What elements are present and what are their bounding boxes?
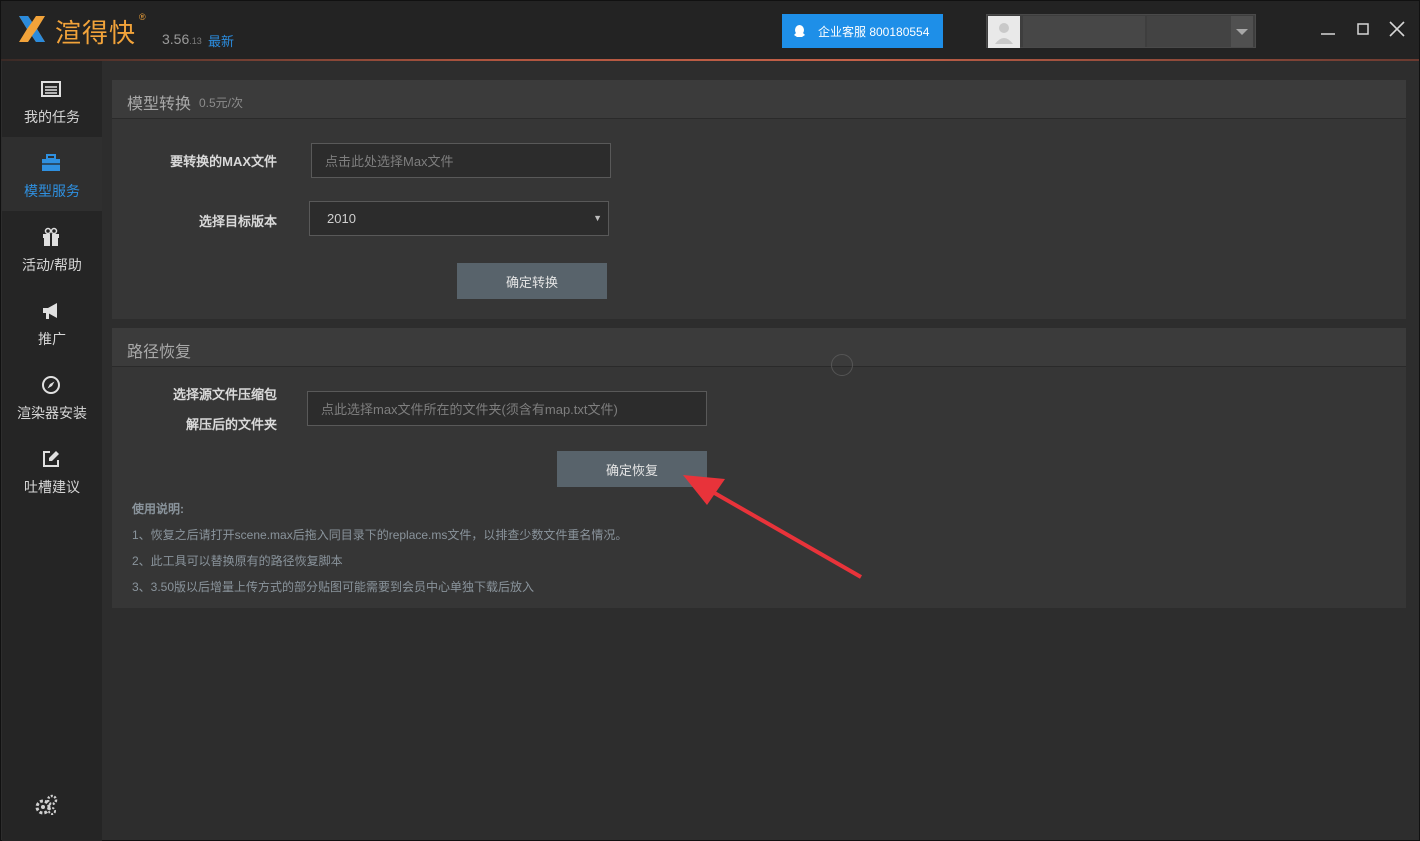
select-caret-icon: ▼ [593,213,602,223]
sidebar-item-label: 模型服务 [24,183,80,199]
panel-title: 路径恢复 [127,344,192,361]
version-build: .13 [189,36,202,46]
app-logo-icon [19,16,45,42]
sidebar: 我的任务 模型服务 活动/帮助 推广 渲染器安装 吐槽建议 [2,61,102,841]
support-label: 企业客服 800180554 [818,24,930,39]
task-list-icon [41,81,61,97]
app-window: 渲得快 ® 3.56.13 最新 企业客服 800180554 我的任务 模型服… [0,0,1420,841]
briefcase-icon [42,154,60,171]
source-folder-input[interactable]: 点此选择max文件所在的文件夹(须含有map.txt文件) [307,391,707,426]
source-folder-label-line1: 选择源文件压缩包 [172,387,277,402]
chevron-down-icon [1236,29,1248,35]
compass-icon [42,376,60,394]
customer-support-button[interactable]: 企业客服 800180554 [782,14,943,48]
max-file-input[interactable]: 点击此处选择Max文件 [311,143,611,178]
usage-notes-title: 使用说明: [132,502,184,516]
confirm-convert-button[interactable]: 确定转换 [457,263,607,299]
source-folder-label-line2: 解压后的文件夹 [185,417,277,432]
sidebar-item-label: 渲染器安装 [17,405,87,421]
sidebar-item-renderer-install[interactable]: 渲染器安装 [2,359,102,433]
target-version-label: 选择目标版本 [198,214,277,229]
version-latest-badge: 最新 [208,34,235,49]
app-name: 渲得快 [55,18,137,48]
qq-penguin-icon [794,25,805,37]
panel-title: 模型转换 [127,96,192,113]
title-accent-line [1,59,1419,61]
target-version-select[interactable]: 2010 ▼ [309,201,609,236]
version-main: 3.56 [162,31,190,47]
user-avatar-icon [995,23,1013,44]
source-folder-placeholder: 点此选择max文件所在的文件夹(须含有map.txt文件) [321,402,618,417]
sidebar-item-label: 活动/帮助 [22,257,82,273]
edit-icon [43,451,59,467]
usage-note: 3、3.50版以后增量上传方式的部分贴图可能需要到会员中心单独下载后放入 [132,580,535,594]
user-account-dropdown[interactable] [986,14,1256,48]
usage-note: 1、恢复之后请打开scene.max后拖入同目录下的replace.ms文件，以… [132,528,628,542]
target-version-value: 2010 [327,211,356,226]
panel-header: 路径恢复 [112,328,1406,367]
maximize-icon[interactable] [1351,17,1375,41]
sidebar-item-my-tasks[interactable]: 我的任务 [2,63,102,137]
dropdown-caret[interactable] [1231,16,1253,47]
gears-icon[interactable] [34,794,58,816]
sidebar-item-promote[interactable]: 推广 [2,285,102,359]
username-redacted-2 [1147,16,1232,47]
version-number: 3.56.13 [162,31,202,47]
minimize-icon[interactable] [1316,17,1340,41]
sidebar-item-feedback[interactable]: 吐槽建议 [2,433,102,507]
sidebar-item-label: 我的任务 [24,109,80,125]
loading-spinner [831,354,853,376]
sidebar-item-activity-help[interactable]: 活动/帮助 [2,211,102,285]
max-file-placeholder: 点击此处选择Max文件 [325,154,454,169]
registered-mark: ® [139,12,146,22]
model-convert-panel: 模型转换 0.5元/次 要转换的MAX文件 点击此处选择Max文件 选择目标版本… [112,80,1406,319]
title-bar: 渲得快 ® 3.56.13 最新 企业客服 800180554 [1,1,1419,59]
avatar [988,16,1020,48]
red-annotation-arrow [683,475,862,579]
sidebar-item-label: 吐槽建议 [24,479,80,495]
usage-note: 2、此工具可以替换原有的路径恢复脚本 [132,554,343,568]
price-label: 0.5元/次 [199,96,244,110]
gift-icon [43,227,59,246]
close-icon[interactable] [1385,17,1409,41]
username-redacted [1023,16,1145,47]
panel-header: 模型转换 0.5元/次 [112,80,1406,119]
max-file-label: 要转换的MAX文件 [170,154,277,169]
sidebar-item-label: 推广 [38,331,66,347]
sidebar-item-model-service[interactable]: 模型服务 [2,137,102,211]
megaphone-icon [43,303,57,319]
